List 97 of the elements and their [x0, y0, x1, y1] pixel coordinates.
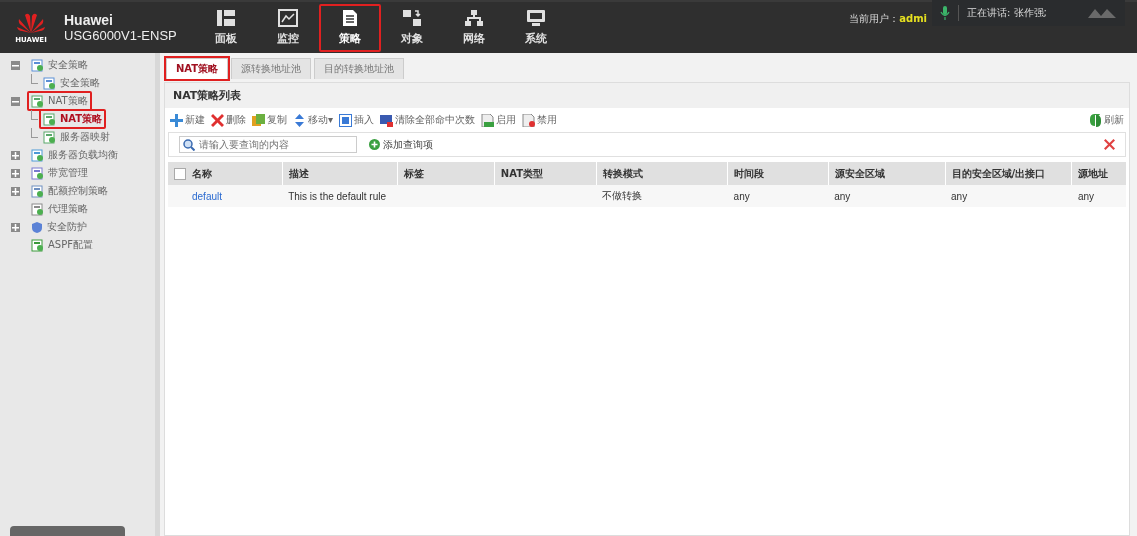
plus-icon [12, 187, 19, 195]
up-down-arrows-icon [293, 113, 306, 127]
policy-icon [31, 58, 44, 72]
insert-icon [339, 113, 353, 127]
device-model: USG6000V1-ENSP [64, 28, 177, 43]
tree-item[interactable]: 安全策略 [39, 73, 104, 93]
toolbar-button[interactable]: 禁用 [522, 113, 558, 127]
plus-icon [12, 223, 19, 231]
enable-document-icon [481, 113, 495, 127]
close-icon [211, 113, 224, 127]
tab[interactable]: 目的转换地址池 [314, 58, 405, 79]
column-header: 源安全区域 [834, 167, 885, 179]
table-cell: any [834, 190, 851, 202]
clear-search-button[interactable] [1104, 139, 1115, 150]
nav-tab[interactable]: 网络 [443, 3, 505, 52]
search-field[interactable]: 请输入要查询的内容 [179, 136, 357, 153]
policy-icon [43, 112, 56, 126]
flower-logo-icon [16, 11, 46, 34]
column-header: 时间段 [734, 167, 765, 179]
plus-icon [12, 151, 19, 159]
nav-tab[interactable]: 策略 [319, 3, 381, 52]
policy-icon [31, 184, 44, 198]
tree-item[interactable]: 安全防护 [27, 217, 91, 237]
user-name: admi [899, 13, 927, 24]
toolbar-button[interactable]: 插入 [339, 113, 375, 127]
toolbar-button[interactable]: 启用 [481, 113, 517, 127]
toolbar-button[interactable]: 移动▾ [293, 113, 334, 127]
toolbar-button[interactable]: 清除全部命中次数 [380, 113, 476, 127]
column-header: 标签 [404, 167, 424, 179]
tree-item[interactable]: 服务器负载均衡 [27, 145, 122, 165]
nav-tab[interactable]: 监控 [257, 3, 319, 52]
shield-icon [31, 220, 43, 234]
nav-tab[interactable]: 面板 [195, 3, 257, 52]
monitor-chart-icon [278, 9, 298, 27]
policy-icon [31, 148, 44, 162]
expand-toggle[interactable] [11, 186, 20, 196]
counter-reset-icon [380, 113, 394, 127]
refresh-icon [1089, 113, 1102, 127]
copy-icon [252, 113, 265, 127]
tree-item[interactable]: 服务器映射 [39, 127, 114, 147]
collapse-toggle[interactable] [11, 60, 20, 70]
tree-item[interactable]: 配额控制策略 [27, 181, 112, 201]
panel-title: NAT策略列表 [165, 83, 1129, 108]
microphone-icon [940, 6, 950, 20]
table-cell: any [733, 190, 750, 202]
tree-item[interactable]: 代理策略 [27, 199, 92, 219]
table-cell: any [951, 190, 968, 202]
rule-name-link[interactable]: default [192, 190, 223, 202]
column-header: NAT类型 [500, 167, 543, 179]
tree-item[interactable]: NAT策略 [39, 109, 107, 129]
policy-icon [31, 202, 44, 216]
toolbar-button[interactable]: 复制 [252, 113, 287, 127]
collapse-toggle[interactable] [11, 96, 20, 106]
user-label: 当前用户： [849, 13, 900, 24]
tree-item[interactable]: 带宽管理 [27, 163, 92, 183]
dashboard-icon [216, 9, 236, 27]
refresh-button[interactable]: 刷新 [1089, 113, 1124, 127]
select-all-checkbox[interactable] [174, 167, 186, 180]
network-icon [464, 9, 484, 27]
tree-item[interactable]: 安全策略 [27, 55, 92, 75]
expand-toggle[interactable] [11, 150, 20, 160]
add-query-button[interactable]: 添加查询项 [369, 137, 433, 152]
column-header: 目的安全区域/出接口 [951, 167, 1046, 179]
disable-document-icon [522, 113, 536, 127]
expand-toggle[interactable] [11, 168, 20, 178]
table-cell: any [1077, 190, 1095, 202]
column-header: 源地址 [1078, 167, 1109, 179]
close-icon [1104, 139, 1115, 150]
brand-title: Huawei [64, 12, 114, 28]
toolbar-button[interactable]: 新建 [170, 113, 205, 127]
column-header: 转换模式 [602, 167, 643, 179]
toolbar-button[interactable]: 删除 [211, 113, 246, 127]
plus-icon [170, 113, 183, 127]
tab[interactable]: NAT策略 [166, 58, 229, 79]
tab[interactable]: 源转换地址池 [231, 58, 312, 79]
tree-item[interactable]: ASPF配置 [27, 235, 97, 255]
policy-icon [43, 130, 56, 144]
tree-item[interactable]: NAT策略 [27, 91, 92, 111]
document-icon [340, 9, 360, 27]
policy-icon [31, 238, 44, 252]
column-header: 名称 [192, 167, 212, 179]
policy-icon [31, 166, 44, 180]
computer-icon [526, 9, 546, 27]
policy-icon [31, 94, 44, 108]
nav-tab[interactable]: 对象 [381, 3, 443, 52]
add-circle-icon [369, 139, 380, 150]
policy-icon [43, 76, 56, 90]
meeting-logo-icon [1087, 6, 1117, 20]
speaking-text: 正在讲话: 张作强; [967, 6, 1047, 20]
search-icon [183, 139, 195, 151]
nav-tab[interactable]: 系统 [505, 3, 567, 52]
column-header: 描述 [288, 167, 309, 179]
table-cell: 不做转换 [602, 190, 643, 201]
expand-toggle[interactable] [11, 222, 20, 232]
table-cell: This is the default rule [288, 190, 386, 202]
objects-icon [402, 9, 422, 27]
plus-icon [12, 169, 19, 177]
